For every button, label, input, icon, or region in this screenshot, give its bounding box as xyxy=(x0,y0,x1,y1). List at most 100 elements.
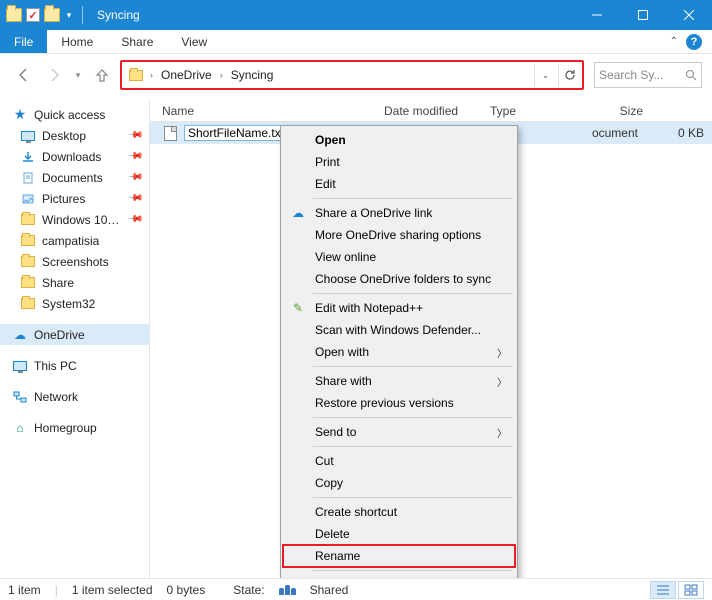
ribbon-tabs: File Home Share View ⌃ ? xyxy=(0,30,712,54)
nav-back-button[interactable] xyxy=(12,63,36,87)
pictures-icon xyxy=(20,192,36,206)
maximize-button[interactable] xyxy=(620,0,666,30)
ctx-create-shortcut[interactable]: Create shortcut xyxy=(283,501,515,523)
address-segment[interactable]: OneDrive xyxy=(157,68,216,82)
pin-icon: 📌 xyxy=(126,169,143,186)
ctx-edit[interactable]: Edit xyxy=(283,173,515,195)
sidebar-item-label: Screenshots xyxy=(42,255,109,269)
separator xyxy=(82,6,83,24)
ctx-restore-previous[interactable]: Restore previous versions xyxy=(283,392,515,414)
search-placeholder: Search Sy... xyxy=(599,68,663,82)
separator xyxy=(313,446,513,447)
chevron-right-icon: 〉 xyxy=(497,374,507,389)
title-bar: ✓ ▾ Syncing xyxy=(0,0,712,30)
ctx-edit-notepad-pp[interactable]: ✎ Edit with Notepad++ xyxy=(283,297,515,319)
ctx-open[interactable]: Open xyxy=(283,129,515,151)
column-type[interactable]: Type xyxy=(482,104,582,118)
text-file-icon xyxy=(162,126,178,140)
chevron-right-icon[interactable]: › xyxy=(218,70,225,80)
status-state-label: State: xyxy=(233,583,264,597)
column-name[interactable]: Name xyxy=(150,104,376,118)
sidebar-item-label: Homegroup xyxy=(34,421,97,435)
view-large-icons-button[interactable] xyxy=(678,581,704,599)
qa-dropdown-icon[interactable]: ▾ xyxy=(64,10,74,21)
ctx-print[interactable]: Print xyxy=(283,151,515,173)
sidebar-item-windows10pc[interactable]: Windows 10 PC 1 📌 xyxy=(0,209,149,230)
tab-home[interactable]: Home xyxy=(47,30,107,53)
search-input[interactable]: Search Sy... xyxy=(594,62,702,88)
sidebar-network[interactable]: Network xyxy=(0,386,149,407)
ctx-open-with[interactable]: Open with〉 xyxy=(283,341,515,363)
sidebar-item-share[interactable]: Share xyxy=(0,272,149,293)
separator xyxy=(313,417,513,418)
sidebar-item-label: campatisia xyxy=(42,234,99,248)
address-dropdown-button[interactable]: ⌄ xyxy=(534,64,556,86)
sidebar-item-system32[interactable]: System32 xyxy=(0,293,149,314)
desktop-icon xyxy=(20,129,36,143)
ctx-share-onedrive-link[interactable]: ☁ Share a OneDrive link xyxy=(283,202,515,224)
cloud-icon: ☁ xyxy=(289,206,307,220)
network-icon xyxy=(12,390,28,404)
ctx-view-online[interactable]: View online xyxy=(283,246,515,268)
sidebar-item-documents[interactable]: Documents 📌 xyxy=(0,167,149,188)
sidebar-item-label: OneDrive xyxy=(34,328,85,342)
file-name[interactable]: ShortFileName.txt xyxy=(184,125,288,141)
folder-icon xyxy=(20,255,36,269)
address-segment[interactable]: Syncing xyxy=(227,68,278,82)
ctx-send-to[interactable]: Send to〉 xyxy=(283,421,515,443)
homegroup-icon: ⌂ xyxy=(12,421,28,435)
qa-check-icon[interactable]: ✓ xyxy=(26,8,40,22)
sidebar-item-pictures[interactable]: Pictures 📌 xyxy=(0,188,149,209)
nav-up-button[interactable] xyxy=(90,63,114,87)
sidebar-quick-access[interactable]: ★ Quick access xyxy=(0,104,149,125)
sidebar-item-label: Desktop xyxy=(42,129,86,143)
separator xyxy=(313,497,513,498)
sidebar-item-label: Network xyxy=(34,390,78,404)
ctx-more-onedrive-sharing[interactable]: More OneDrive sharing options xyxy=(283,224,515,246)
refresh-button[interactable] xyxy=(558,64,580,86)
tab-file[interactable]: File xyxy=(0,30,47,53)
sidebar-this-pc[interactable]: This PC xyxy=(0,355,149,376)
help-icon[interactable]: ? xyxy=(686,34,702,50)
sidebar-item-label: This PC xyxy=(34,359,77,373)
address-bar[interactable]: › OneDrive › Syncing ⌄ xyxy=(120,60,584,90)
ctx-cut[interactable]: Cut xyxy=(283,450,515,472)
folder-icon xyxy=(6,8,22,22)
pin-icon: 📌 xyxy=(126,127,143,144)
tab-view[interactable]: View xyxy=(167,30,221,53)
ctx-copy[interactable]: Copy xyxy=(283,472,515,494)
sidebar-item-label: System32 xyxy=(42,297,95,311)
column-date[interactable]: Date modified xyxy=(376,104,482,118)
column-size[interactable]: Size xyxy=(582,104,652,118)
sidebar-item-label: Documents xyxy=(42,171,103,185)
nav-recent-dropdown[interactable]: ▾ xyxy=(72,63,84,87)
pin-icon: 📌 xyxy=(126,211,143,228)
status-bytes: 0 bytes xyxy=(167,583,206,597)
separator xyxy=(313,293,513,294)
folder-icon xyxy=(20,234,36,248)
downloads-icon xyxy=(20,150,36,164)
close-button[interactable] xyxy=(666,0,712,30)
sidebar-item-screenshots[interactable]: Screenshots xyxy=(0,251,149,272)
nav-forward-button[interactable] xyxy=(42,63,66,87)
folder-icon xyxy=(126,70,146,81)
ctx-rename[interactable]: Rename xyxy=(283,545,515,567)
sidebar-item-campatisia[interactable]: campatisia xyxy=(0,230,149,251)
view-details-button[interactable] xyxy=(650,581,676,599)
ctx-scan-defender[interactable]: Scan with Windows Defender... xyxy=(283,319,515,341)
sidebar-item-downloads[interactable]: Downloads 📌 xyxy=(0,146,149,167)
ctx-share-with[interactable]: Share with〉 xyxy=(283,370,515,392)
chevron-right-icon[interactable]: › xyxy=(148,70,155,80)
collapse-ribbon-icon[interactable]: ⌃ xyxy=(670,36,678,47)
tab-share[interactable]: Share xyxy=(107,30,167,53)
ctx-delete[interactable]: Delete xyxy=(283,523,515,545)
chevron-right-icon: 〉 xyxy=(497,425,507,440)
ctx-choose-folders-sync[interactable]: Choose OneDrive folders to sync xyxy=(283,268,515,290)
sidebar-item-label: Quick access xyxy=(34,108,105,122)
minimize-button[interactable] xyxy=(574,0,620,30)
status-selected: 1 item selected xyxy=(72,583,153,597)
sidebar-onedrive[interactable]: ☁ OneDrive xyxy=(0,324,149,345)
documents-icon xyxy=(20,171,36,185)
sidebar-item-desktop[interactable]: Desktop 📌 xyxy=(0,125,149,146)
sidebar-homegroup[interactable]: ⌂ Homegroup xyxy=(0,417,149,438)
